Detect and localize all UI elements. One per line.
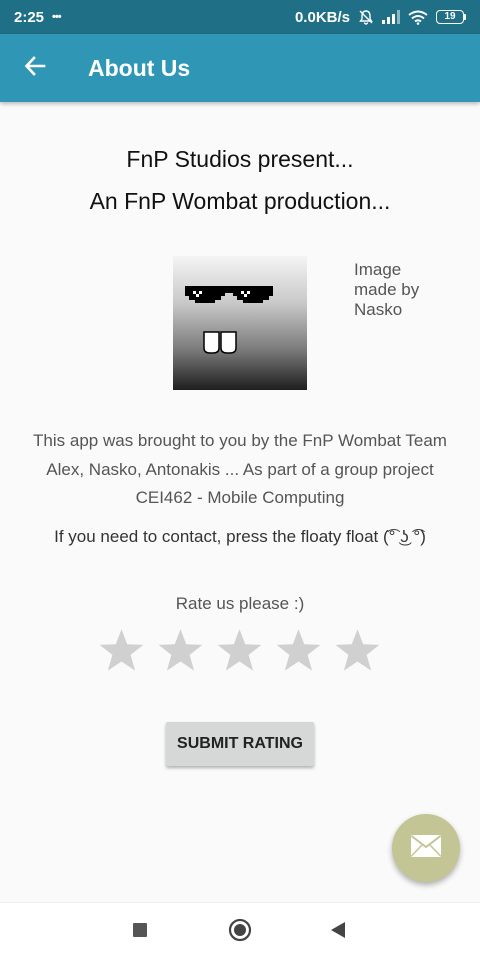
image-credit: Image made by Nasko bbox=[354, 260, 420, 319]
wombat-sunglasses-logo bbox=[173, 256, 307, 390]
status-time: 2:25 bbox=[14, 8, 45, 26]
battery-indicator: 19 bbox=[436, 10, 466, 24]
intro-studio-line: FnP Studios present... bbox=[126, 146, 354, 172]
submit-rating-button[interactable]: SUBMIT RATING bbox=[166, 722, 314, 766]
home-circle-icon bbox=[228, 918, 252, 947]
back-button[interactable] bbox=[0, 34, 70, 102]
arrow-back-icon bbox=[24, 55, 46, 82]
wifi-icon bbox=[408, 10, 428, 25]
team-description: This app was brought to you by the FnP W… bbox=[0, 427, 480, 513]
status-bar: 2:25 ••• 0.0KB/s 19 bbox=[0, 0, 480, 34]
contact-hint: If you need to contact, press the floaty… bbox=[54, 527, 426, 546]
rate-label: Rate us please :) bbox=[175, 594, 305, 613]
mail-icon bbox=[410, 834, 442, 863]
battery-level: 19 bbox=[436, 10, 464, 24]
battery-tip bbox=[464, 14, 466, 20]
page-title: About Us bbox=[88, 54, 191, 81]
description-line: Alex, Nasko, Antonakis ... As part of a … bbox=[46, 459, 434, 479]
star-icon[interactable] bbox=[155, 626, 206, 677]
status-left: 2:25 ••• bbox=[14, 8, 62, 26]
nav-back-button[interactable] bbox=[323, 917, 353, 947]
signal-icon bbox=[382, 10, 400, 24]
about-content: FnP Studios present... An FnP Wombat pro… bbox=[0, 102, 480, 902]
description-line: This app was brought to you by the FnP W… bbox=[33, 431, 447, 450]
recents-button[interactable] bbox=[125, 917, 155, 947]
intro-production-line: An FnP Wombat production... bbox=[89, 188, 391, 214]
system-nav-bar bbox=[0, 902, 480, 960]
recents-square-icon bbox=[132, 922, 148, 943]
contact-fab[interactable] bbox=[392, 814, 460, 882]
home-button[interactable] bbox=[225, 917, 255, 947]
star-icon[interactable] bbox=[332, 626, 383, 677]
description-line: CEI462 - Mobile Computing bbox=[135, 488, 345, 507]
network-speed: 0.0KB/s bbox=[294, 8, 350, 26]
star-icon[interactable] bbox=[96, 626, 147, 677]
notification-dots: ••• bbox=[52, 11, 62, 23]
status-right: 0.0KB/s 19 bbox=[295, 9, 466, 26]
star-icon[interactable] bbox=[273, 626, 324, 677]
mute-bell-icon bbox=[358, 9, 374, 25]
back-triangle-icon bbox=[330, 921, 346, 944]
app-bar: About Us bbox=[0, 34, 480, 102]
star-icon[interactable] bbox=[214, 626, 265, 677]
rating-bar[interactable] bbox=[96, 626, 383, 677]
